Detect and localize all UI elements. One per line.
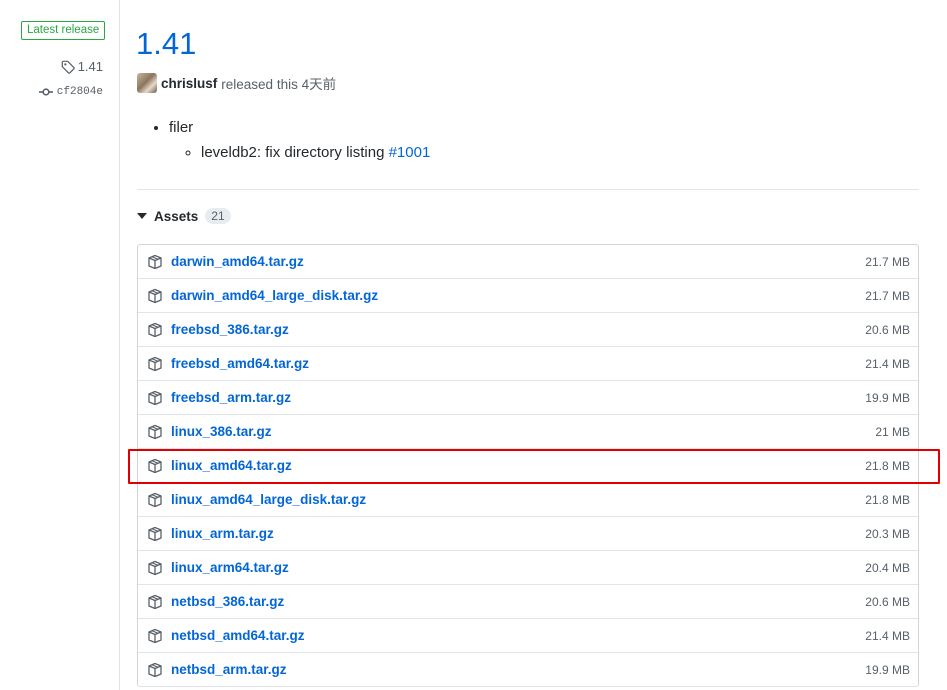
- asset-download-link[interactable]: darwin_amd64_large_disk.tar.gz: [171, 288, 378, 303]
- list-item: netbsd_amd64.tar.gz 21.4 MB: [138, 619, 918, 653]
- asset-download-link[interactable]: freebsd_arm.tar.gz: [171, 390, 291, 405]
- list-item: darwin_amd64.tar.gz 21.7 MB: [138, 245, 918, 279]
- pull-request-link[interactable]: #1001: [389, 144, 431, 161]
- asset-download-link[interactable]: freebsd_amd64.tar.gz: [171, 356, 309, 371]
- asset-size: 19.9 MB: [865, 390, 910, 405]
- asset-size: 20.6 MB: [865, 322, 910, 337]
- avatar[interactable]: [137, 73, 157, 93]
- git-commit-icon: [38, 87, 53, 97]
- asset-size: 21.8 MB: [865, 492, 910, 507]
- package-icon: [147, 628, 163, 644]
- package-icon: [147, 390, 163, 406]
- list-item: freebsd_386.tar.gz 20.6 MB: [138, 313, 918, 347]
- package-icon: [147, 322, 163, 338]
- divider: [137, 189, 919, 190]
- note-item-text: filer: [169, 119, 194, 136]
- asset-download-link[interactable]: freebsd_386.tar.gz: [171, 322, 289, 337]
- package-icon: [147, 424, 163, 440]
- asset-download-link[interactable]: netbsd_arm.tar.gz: [171, 662, 287, 677]
- asset-download-link[interactable]: linux_386.tar.gz: [171, 424, 272, 439]
- assets-label: Assets: [154, 208, 199, 224]
- list-item: linux_amd64.tar.gz 21.8 MB: [138, 449, 918, 483]
- asset-size: 19.9 MB: [865, 662, 910, 677]
- package-icon: [147, 526, 163, 542]
- list-item: darwin_amd64_large_disk.tar.gz 21.7 MB: [138, 279, 918, 313]
- release-tag-label: 1.41: [77, 59, 103, 74]
- note-subitem-text: leveldb2: fix directory listing: [201, 144, 385, 161]
- list-item: linux_amd64_large_disk.tar.gz 21.8 MB: [138, 483, 918, 517]
- release-commit-link[interactable]: cf2804e: [38, 86, 103, 98]
- list-item: filer leveldb2: fix directory listing #1…: [169, 118, 430, 163]
- tag-icon: [61, 60, 75, 74]
- list-item: linux_arm64.tar.gz 20.4 MB: [138, 551, 918, 585]
- release-time-text: released this 4天前: [221, 77, 337, 92]
- release-notes-list: filer leveldb2: fix directory listing #1…: [137, 118, 430, 163]
- release-byline: chrislusf released this 4天前: [137, 73, 336, 93]
- asset-size: 21.4 MB: [865, 356, 910, 371]
- package-icon: [147, 560, 163, 576]
- asset-download-link[interactable]: linux_amd64_large_disk.tar.gz: [171, 492, 366, 507]
- package-icon: [147, 662, 163, 678]
- asset-size: 20.3 MB: [865, 526, 910, 541]
- asset-download-link[interactable]: netbsd_amd64.tar.gz: [171, 628, 305, 643]
- commit-sha: cf2804e: [56, 86, 103, 98]
- asset-size: 20.6 MB: [865, 594, 910, 609]
- asset-download-link[interactable]: netbsd_386.tar.gz: [171, 594, 284, 609]
- asset-download-link[interactable]: darwin_amd64.tar.gz: [171, 254, 304, 269]
- asset-size: 21.7 MB: [865, 288, 910, 303]
- release-tag-link[interactable]: 1.41: [61, 59, 103, 74]
- asset-download-link[interactable]: linux_arm64.tar.gz: [171, 560, 289, 575]
- author-link[interactable]: chrislusf: [161, 76, 217, 91]
- asset-download-link[interactable]: linux_amd64.tar.gz: [171, 458, 292, 473]
- list-item: netbsd_386.tar.gz 20.6 MB: [138, 585, 918, 619]
- assets-list: darwin_amd64.tar.gz 21.7 MB darwin_amd64_l…: [137, 244, 919, 687]
- assets-count-badge: 21: [205, 208, 231, 224]
- package-icon: [147, 594, 163, 610]
- list-item: freebsd_amd64.tar.gz 21.4 MB: [138, 347, 918, 381]
- asset-size: 21.4 MB: [865, 628, 910, 643]
- latest-release-badge: Latest release: [21, 21, 106, 40]
- release-notes-sublist: leveldb2: fix directory listing #1001: [169, 143, 430, 163]
- list-item: linux_arm.tar.gz 20.3 MB: [138, 517, 918, 551]
- list-item: leveldb2: fix directory listing #1001: [201, 143, 430, 163]
- release-notes: filer leveldb2: fix directory listing #1…: [137, 118, 430, 163]
- list-item: freebsd_arm.tar.gz 19.9 MB: [138, 381, 918, 415]
- package-icon: [147, 288, 163, 304]
- list-item: netbsd_arm.tar.gz 19.9 MB: [138, 653, 918, 687]
- assets-toggle[interactable]: Assets 21: [137, 208, 231, 224]
- list-item: linux_386.tar.gz 21 MB: [138, 415, 918, 449]
- package-icon: [147, 492, 163, 508]
- release-title[interactable]: 1.41: [136, 24, 196, 64]
- asset-size: 20.4 MB: [865, 560, 910, 575]
- release-meta-sidebar: Latest release 1.41 cf2804e: [0, 0, 120, 690]
- asset-download-link[interactable]: linux_arm.tar.gz: [171, 526, 274, 541]
- package-icon: [147, 356, 163, 372]
- package-icon: [147, 458, 163, 474]
- asset-size: 21.7 MB: [865, 254, 910, 269]
- asset-size: 21.8 MB: [865, 458, 910, 473]
- release-page: Latest release 1.41 cf2804e 1.41 chrislu…: [0, 0, 947, 690]
- package-icon: [147, 254, 163, 270]
- asset-size: 21 MB: [875, 424, 910, 439]
- triangle-down-icon: [137, 213, 147, 219]
